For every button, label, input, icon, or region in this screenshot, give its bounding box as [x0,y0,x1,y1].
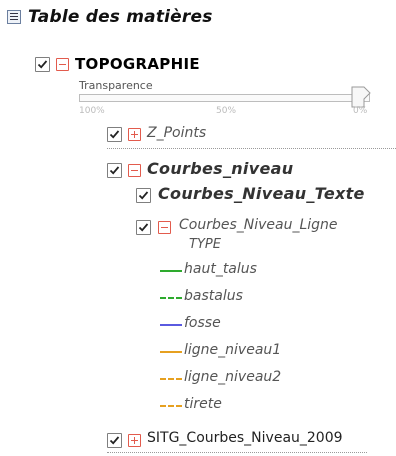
legend-symbol-tirete [160,405,182,407]
panel-title: Table des matières [28,7,213,27]
checkmark-icon [109,436,120,445]
toc-list-icon [7,10,21,24]
checkbox-courbes-niveau[interactable] [107,163,122,178]
legend-label-bastalus: bastalus [184,288,243,304]
legend-label-haut-talus: haut_talus [184,261,257,277]
layer-label-sitg-courbes-niveau-2009: SITG_Courbes_Niveau_2009 [147,430,343,446]
transparence-label: Transparence [79,79,153,92]
transparence-min-label: 100% [79,106,105,116]
collapse-topographie-icon[interactable] [56,58,69,71]
row-separator [107,452,367,453]
expand-sitg-courbes-niveau-2009-icon[interactable] [128,434,141,447]
transparence-mid-label: 50% [216,106,237,116]
checkmark-icon [138,223,149,232]
row-separator [107,148,396,149]
legend-field-type: TYPE [189,237,221,252]
legend-label-fosse: fosse [184,315,221,331]
layer-label-z-points: Z_Points [147,125,207,141]
legend-label-tirete: tirete [184,396,222,412]
legend-label-ligne-niveau1: ligne_niveau1 [184,342,282,358]
expand-z-points-icon[interactable] [128,128,141,141]
layer-label-topographie: TOPOGRAPHIE [75,55,200,73]
toc-header: Table des matières [0,0,396,42]
checkbox-topographie[interactable] [35,57,50,72]
legend-symbol-bastalus [160,297,182,299]
layer-label-courbes-niveau-ligne: Courbes_Niveau_Ligne [179,217,338,233]
transparence-slider-track[interactable] [79,94,370,102]
layer-label-courbes-niveau: Courbes_niveau [147,159,294,178]
checkbox-sitg-courbes-niveau-2009[interactable] [107,433,122,448]
checkmark-icon [138,191,149,200]
legend-symbol-haut-talus [160,270,182,272]
checkbox-courbes-niveau-ligne[interactable] [136,220,151,235]
legend-label-ligne-niveau2: ligne_niveau2 [184,369,282,385]
checkmark-icon [37,60,48,69]
collapse-courbes-niveau-ligne-icon[interactable] [158,221,171,234]
transparence-max-label: 0% [353,106,368,116]
legend-symbol-ligne-niveau1 [160,351,182,353]
checkmark-icon [109,166,120,175]
legend-symbol-fosse [160,324,182,326]
checkbox-courbes-niveau-texte[interactable] [136,188,151,203]
layer-label-courbes-niveau-texte: Courbes_Niveau_Texte [158,184,365,203]
transparence-slider-thumb[interactable] [351,86,371,108]
collapse-courbes-niveau-icon[interactable] [128,164,141,177]
checkmark-icon [109,130,120,139]
checkbox-z-points[interactable] [107,127,122,142]
legend-symbol-ligne-niveau2 [160,378,182,380]
